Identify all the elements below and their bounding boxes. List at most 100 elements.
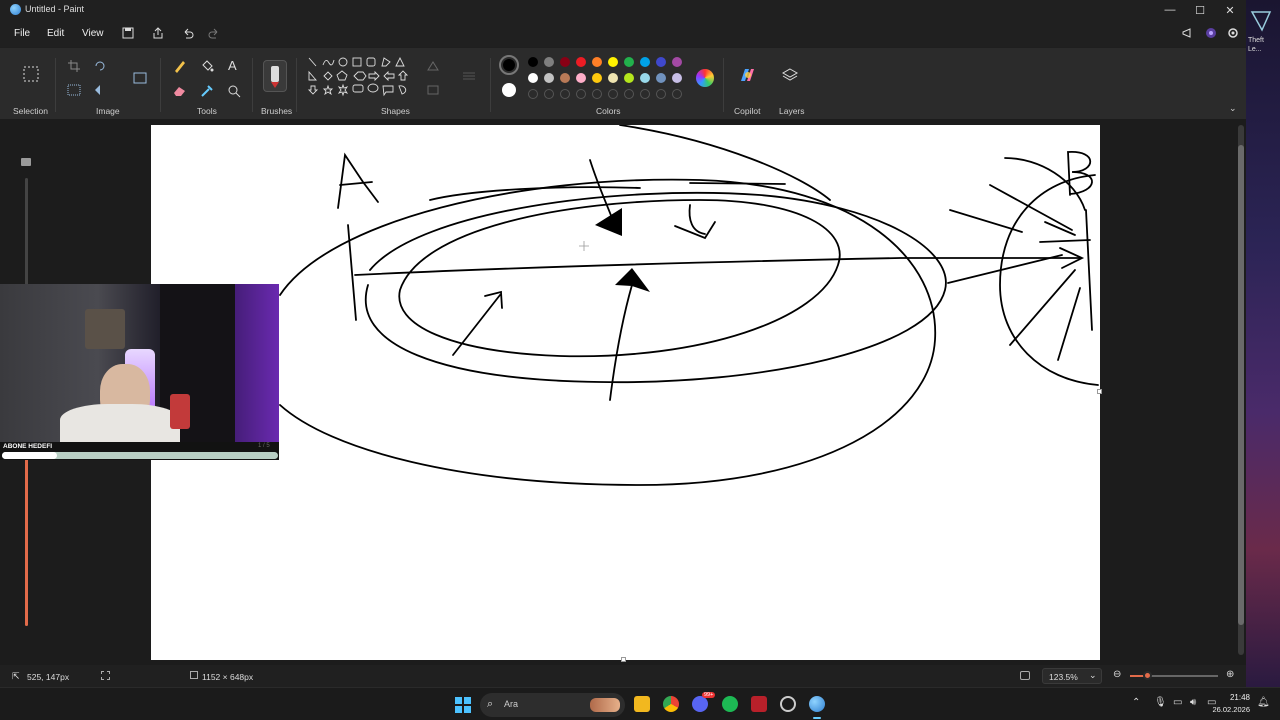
zoom-in-icon[interactable]: ⊕ xyxy=(1226,669,1234,680)
fit-to-window-icon[interactable] xyxy=(1020,671,1030,680)
feedback-icon[interactable] xyxy=(1180,25,1196,41)
color-swatch[interactable] xyxy=(576,57,586,67)
fill-bucket-icon[interactable] xyxy=(199,58,215,74)
custom-color-slot[interactable] xyxy=(560,89,570,99)
discord-icon[interactable] xyxy=(692,696,708,712)
group-label-brushes: Brushes xyxy=(261,106,293,116)
primary-color-well[interactable] xyxy=(499,55,519,75)
menu-file[interactable]: File xyxy=(14,28,30,39)
canvas-size: 1152 × 648px xyxy=(202,672,254,682)
menu-edit[interactable]: Edit xyxy=(47,28,64,39)
volume-icon[interactable]: 🔊︎ xyxy=(1190,697,1196,708)
clock-date[interactable]: 26.02.2026 xyxy=(1202,705,1250,714)
crop-icon[interactable] xyxy=(66,58,82,74)
color-swatch[interactable] xyxy=(608,57,618,67)
color-picker-icon[interactable] xyxy=(199,83,215,99)
account-icon[interactable] xyxy=(1203,25,1219,41)
zoom-dropdown[interactable]: 123.5% ⌄ xyxy=(1042,668,1102,684)
layers-icon[interactable] xyxy=(781,67,799,83)
color-swatch[interactable] xyxy=(528,73,538,83)
stroke-converge-1 xyxy=(989,184,1073,231)
zoom-out-icon[interactable]: ⊖ xyxy=(1113,669,1121,680)
chrome-icon[interactable] xyxy=(663,696,679,712)
color-swatch[interactable] xyxy=(528,57,538,67)
selection-rectangle-icon[interactable] xyxy=(22,65,40,83)
resize-handle-bottom[interactable] xyxy=(621,657,626,662)
file-explorer-icon[interactable] xyxy=(634,696,650,712)
color-swatch[interactable] xyxy=(624,57,634,67)
close-button[interactable]: ✕ xyxy=(1215,0,1245,20)
resize-handle-right[interactable] xyxy=(1097,389,1102,394)
eraser-icon[interactable] xyxy=(172,83,188,99)
stream-app-icon[interactable] xyxy=(751,696,767,712)
copilot-icon[interactable] xyxy=(738,66,756,84)
maximize-button[interactable]: ☐ xyxy=(1185,0,1215,20)
taskbar-search-box[interactable]: ⌕ Ara xyxy=(480,693,625,717)
color-swatch[interactable] xyxy=(656,73,666,83)
ribbon-collapse-chevron-icon[interactable]: ⌄ xyxy=(1229,103,1237,114)
desktop-icon-partial[interactable] xyxy=(1248,8,1274,32)
color-swatch[interactable] xyxy=(560,73,570,83)
desktop-background: Theft Le... xyxy=(1246,0,1280,687)
custom-color-slot[interactable] xyxy=(576,89,586,99)
magnifier-icon[interactable] xyxy=(226,83,242,99)
color-swatch[interactable] xyxy=(640,73,650,83)
secondary-color-well[interactable] xyxy=(502,83,516,97)
shape-outline-icon[interactable] xyxy=(425,58,441,74)
color-swatch[interactable] xyxy=(640,57,650,67)
color-swatch[interactable] xyxy=(656,57,666,67)
text-tool-icon[interactable]: A xyxy=(228,58,237,73)
shape-fill-icon[interactable] xyxy=(425,82,441,98)
save-icon[interactable] xyxy=(120,25,136,41)
custom-color-slot[interactable] xyxy=(608,89,618,99)
brushes-button[interactable] xyxy=(263,60,287,92)
color-swatch[interactable] xyxy=(672,57,682,67)
redo-icon[interactable] xyxy=(206,25,222,41)
color-swatch[interactable] xyxy=(608,73,618,83)
custom-color-slot[interactable] xyxy=(672,89,682,99)
zoom-slider-thumb[interactable] xyxy=(1143,671,1152,680)
custom-color-slot[interactable] xyxy=(592,89,602,99)
flip-icon[interactable] xyxy=(93,82,109,98)
custom-color-slot[interactable] xyxy=(624,89,634,99)
custom-color-slot[interactable] xyxy=(640,89,650,99)
undo-icon[interactable] xyxy=(180,25,196,41)
custom-color-slot[interactable] xyxy=(528,89,538,99)
color-swatch[interactable] xyxy=(560,57,570,67)
color-swatch[interactable] xyxy=(592,73,602,83)
network-icon[interactable]: ▭ xyxy=(1173,697,1182,708)
microphone-icon[interactable]: 🎙︎ xyxy=(1154,697,1167,708)
shape-size-icon[interactable] xyxy=(461,68,477,84)
image-background-icon[interactable] xyxy=(66,82,82,98)
custom-color-slot[interactable] xyxy=(656,89,666,99)
settings-gear-icon[interactable] xyxy=(1225,25,1241,41)
drawing-canvas[interactable]: A B xyxy=(151,125,1102,662)
minimize-button[interactable]: — xyxy=(1155,0,1185,20)
custom-color-slot[interactable] xyxy=(544,89,554,99)
chevron-up-icon[interactable]: ⌃ xyxy=(1132,697,1140,708)
paint-taskbar-icon[interactable] xyxy=(809,696,825,712)
image-resize-icon[interactable] xyxy=(133,70,149,86)
color-swatch[interactable] xyxy=(544,57,554,67)
color-swatch[interactable] xyxy=(576,73,586,83)
menu-view[interactable]: View xyxy=(82,28,104,39)
color-swatch[interactable] xyxy=(624,73,634,83)
share-icon[interactable] xyxy=(150,25,166,41)
shapes-gallery[interactable] xyxy=(306,56,410,102)
obs-icon[interactable] xyxy=(780,696,796,712)
vertical-scrollbar[interactable] xyxy=(1238,125,1244,655)
edit-colors-icon[interactable] xyxy=(696,69,714,87)
pencil-icon[interactable] xyxy=(172,58,188,74)
vertical-scroll-thumb[interactable] xyxy=(1238,145,1244,625)
notification-bell-icon[interactable]: 🔔︎ xyxy=(1257,697,1270,708)
stroke-axis xyxy=(354,257,1081,276)
clock-time[interactable]: 21:48 xyxy=(1212,693,1250,702)
rotate-icon[interactable] xyxy=(93,58,109,74)
panel-handle-icon[interactable] xyxy=(21,158,31,166)
color-swatch[interactable] xyxy=(544,73,554,83)
spotify-icon[interactable] xyxy=(722,696,738,712)
windows-start-icon[interactable] xyxy=(455,697,471,713)
color-swatch[interactable] xyxy=(592,57,602,67)
color-swatch[interactable] xyxy=(672,73,682,83)
stroke-top-dash xyxy=(689,182,786,185)
